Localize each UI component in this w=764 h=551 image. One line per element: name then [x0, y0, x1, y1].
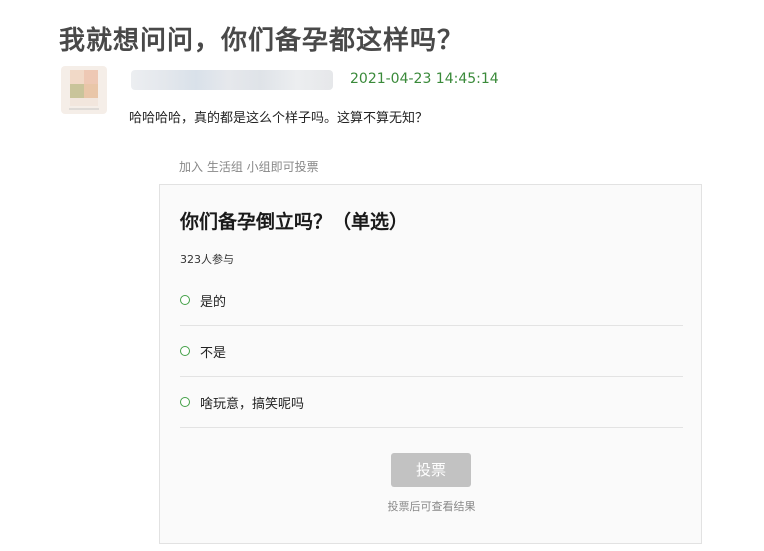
join-group-hint: 加入 生活组 小组即可投票	[179, 160, 319, 174]
radio-icon[interactable]	[180, 295, 190, 305]
avatar-blur-block	[69, 108, 99, 110]
poll-option[interactable]: 不是	[180, 327, 683, 377]
post-date: 2021-04-23 14:45:14	[350, 71, 499, 87]
avatar-blur-block	[70, 84, 84, 98]
avatar-blur-block	[84, 84, 98, 98]
vote-hint: 投票后可查看结果	[387, 500, 476, 513]
poll-option-label: 不是	[200, 346, 227, 361]
post-content: 哈哈哈哈，真的都是这么个样子吗。这算不算无知？	[129, 111, 429, 126]
poll-option-label: 是的	[200, 295, 227, 310]
poll-option[interactable]: 是的	[180, 276, 683, 326]
radio-icon[interactable]	[180, 346, 190, 356]
participant-count: 323人参与	[180, 253, 234, 266]
avatar-blur-block	[70, 70, 84, 84]
avatar[interactable]	[61, 66, 107, 114]
poll-question: 你们备孕倒立吗？（单选）	[180, 211, 409, 233]
poll-option-label: 啥玩意，搞笑呢吗	[200, 397, 305, 412]
vote-button[interactable]: 投票	[391, 453, 471, 487]
radio-icon[interactable]	[180, 397, 190, 407]
author-name-blurred[interactable]	[131, 70, 333, 90]
avatar-blur-block	[70, 98, 98, 106]
page-title: 我就想问问，你们备孕都这样吗？	[59, 26, 465, 56]
avatar-blur-block	[84, 70, 98, 84]
poll-option[interactable]: 啥玩意，搞笑呢吗	[180, 378, 683, 428]
poll-card: 你们备孕倒立吗？（单选） 323人参与 是的 不是 啥玩意，搞笑呢吗 投票 投票…	[159, 184, 702, 544]
